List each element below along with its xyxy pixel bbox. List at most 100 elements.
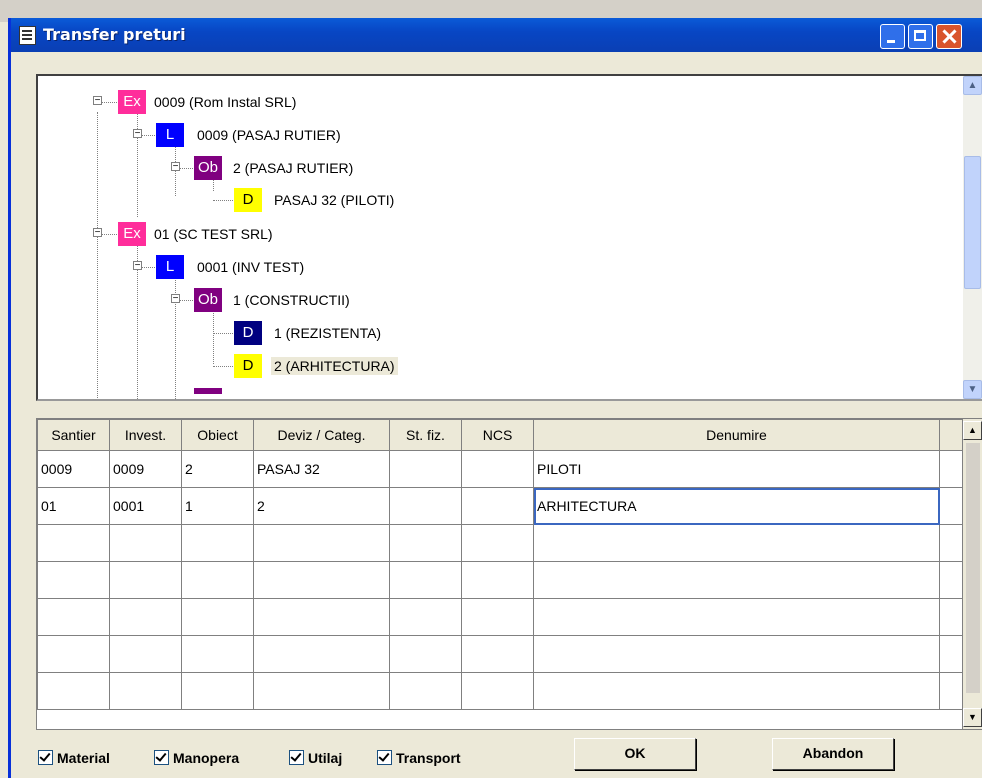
ok-button[interactable]: OK [574, 738, 696, 770]
collapse-icon[interactable]: − [133, 261, 142, 271]
grid-cell[interactable] [253, 561, 390, 599]
grid-cell[interactable] [181, 524, 254, 562]
grid-cell[interactable] [37, 672, 110, 710]
close-button[interactable] [936, 24, 962, 49]
grid-cell[interactable] [389, 598, 462, 636]
table-row[interactable] [37, 524, 966, 562]
grid-cell[interactable] [533, 672, 940, 710]
transport-checkbox[interactable]: Transport [377, 750, 461, 766]
scroll-down-icon[interactable]: ▼ [963, 708, 982, 727]
grid-cell[interactable] [533, 561, 940, 599]
grid-cell[interactable] [533, 524, 940, 562]
tree-scrollbar[interactable]: ▲ ▼ [963, 76, 982, 399]
table-row[interactable] [37, 598, 966, 636]
grid-cell[interactable] [253, 598, 390, 636]
grid-cell[interactable]: 0009 [109, 450, 182, 488]
grid-cell[interactable] [109, 598, 182, 636]
table-row[interactable]: 01 0001 1 2 ARHITECTURA [37, 487, 966, 525]
grid-cell[interactable]: PILOTI [533, 450, 940, 488]
collapse-icon[interactable]: − [133, 129, 142, 139]
grid-cell[interactable] [181, 635, 254, 673]
grid-cell[interactable] [109, 524, 182, 562]
grid-cell[interactable] [533, 635, 940, 673]
grid-cell[interactable] [37, 524, 110, 562]
tree-node-label[interactable]: 2 (PASAJ RUTIER) [230, 159, 356, 177]
table-row[interactable] [37, 672, 966, 710]
column-header-obiect[interactable]: Obiect [181, 419, 254, 451]
grid-cell[interactable] [109, 635, 182, 673]
grid-cell[interactable] [461, 672, 534, 710]
column-header-deviz[interactable]: Deviz / Categ. [253, 419, 390, 451]
grid-cell[interactable] [389, 524, 462, 562]
grid-cell[interactable] [253, 672, 390, 710]
grid-cell[interactable]: 01 [37, 487, 110, 525]
grid-cell[interactable] [533, 598, 940, 636]
tree-node-label[interactable]: 0001 (INV TEST) [194, 258, 307, 276]
material-checkbox[interactable]: Material [38, 750, 110, 766]
column-header-denumire[interactable]: Denumire [533, 419, 940, 451]
grid-cell[interactable] [389, 487, 462, 525]
checkbox-checked-icon[interactable] [377, 750, 392, 765]
grid-cell[interactable] [181, 672, 254, 710]
collapse-icon[interactable]: − [171, 294, 180, 304]
grid-cell[interactable] [109, 561, 182, 599]
grid-cell[interactable]: PASAJ 32 [253, 450, 390, 488]
grid-cell[interactable] [181, 598, 254, 636]
checkbox-checked-icon[interactable] [154, 750, 169, 765]
grid-cell[interactable]: 2 [181, 450, 254, 488]
grid-cell[interactable]: 0001 [109, 487, 182, 525]
grid-cell[interactable]: 1 [181, 487, 254, 525]
grid-cell[interactable] [389, 635, 462, 673]
minimize-button[interactable] [880, 24, 905, 49]
scroll-up-icon[interactable]: ▲ [963, 421, 982, 440]
grid-cell[interactable] [461, 450, 534, 488]
grid-cell[interactable] [37, 561, 110, 599]
tree-node-label[interactable]: 2 (ARHITECTURA) [271, 357, 398, 375]
abandon-button[interactable]: Abandon [772, 738, 894, 770]
tree-node-label[interactable]: 01 (SC TEST SRL) [151, 225, 276, 243]
grid-cell[interactable] [461, 561, 534, 599]
grid-cell[interactable]: 2 [253, 487, 390, 525]
grid-cell[interactable] [181, 561, 254, 599]
table-row[interactable]: 0009 0009 2 PASAJ 32 PILOTI [37, 450, 966, 488]
grid-cell[interactable] [389, 450, 462, 488]
column-header-ncs[interactable]: NCS [461, 419, 534, 451]
manopera-checkbox[interactable]: Manopera [154, 750, 239, 766]
tree-node-label[interactable]: 0009 (Rom Instal SRL) [151, 93, 299, 111]
table-row[interactable] [37, 561, 966, 599]
column-header-invest[interactable]: Invest. [109, 419, 182, 451]
project-tree[interactable]: − Ex 0009 (Rom Instal SRL) − L 0009 (PAS… [36, 74, 982, 401]
checkbox-checked-icon[interactable] [38, 750, 53, 765]
grid-cell[interactable] [461, 524, 534, 562]
collapse-icon[interactable]: − [93, 96, 102, 106]
grid-cell[interactable]: 0009 [37, 450, 110, 488]
grid-cell[interactable] [389, 672, 462, 710]
tree-node-label[interactable]: 0009 (PASAJ RUTIER) [194, 126, 344, 144]
grid-cell[interactable] [253, 635, 390, 673]
grid-scrollbar[interactable]: ▲ ▼ [962, 419, 982, 729]
collapse-icon[interactable]: − [171, 162, 180, 172]
grid-cell[interactable] [461, 487, 534, 525]
table-row[interactable] [37, 635, 966, 673]
title-bar[interactable]: Transfer preturi [11, 18, 982, 52]
collapse-icon[interactable]: − [93, 228, 102, 238]
grid-cell-editing[interactable]: ARHITECTURA [533, 487, 940, 525]
tree-node-label[interactable]: 1 (REZISTENTA) [271, 324, 384, 342]
column-header-st-fiz[interactable]: St. fiz. [389, 419, 462, 451]
grid-cell[interactable] [461, 598, 534, 636]
scroll-up-icon[interactable]: ▲ [963, 76, 982, 95]
grid-cell[interactable] [37, 598, 110, 636]
grid-cell[interactable] [389, 561, 462, 599]
column-header-santier[interactable]: Santier [37, 419, 110, 451]
maximize-button[interactable] [908, 24, 933, 49]
grid-cell[interactable] [37, 635, 110, 673]
tree-node-label[interactable]: 1 (CONSTRUCTII) [230, 291, 353, 309]
utilaj-checkbox[interactable]: Utilaj [289, 750, 342, 766]
grid-cell[interactable] [253, 524, 390, 562]
scroll-track[interactable] [966, 443, 980, 693]
tree-node-label[interactable]: PASAJ 32 (PILOTI) [271, 191, 397, 209]
grid-cell[interactable] [109, 672, 182, 710]
grid-cell[interactable] [461, 635, 534, 673]
scroll-thumb[interactable] [964, 156, 981, 289]
scroll-down-icon[interactable]: ▼ [963, 380, 982, 399]
